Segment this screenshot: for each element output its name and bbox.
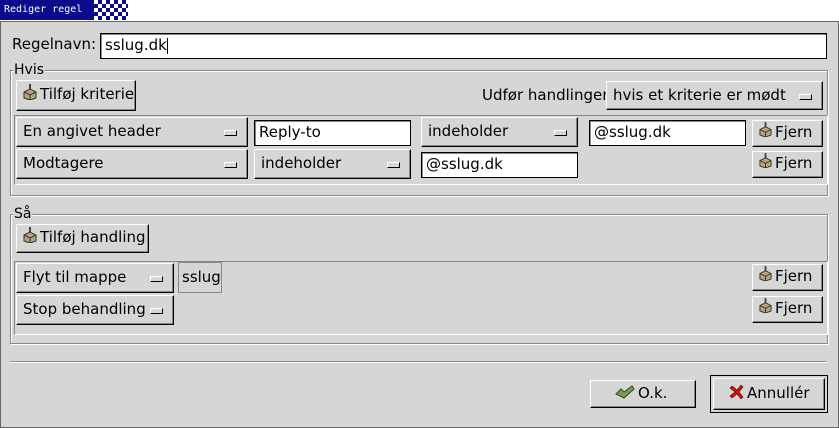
add-criterion-button[interactable]: Tilføj kriterie: [16, 80, 136, 111]
option-indicator-icon: [224, 162, 237, 168]
plunger-icon: [759, 265, 772, 288]
rule-name-input[interactable]: sslug.dk: [100, 33, 827, 59]
add-action-label: Tilføj handling: [40, 228, 146, 246]
add-action-button[interactable]: Tilføj handling: [16, 224, 149, 253]
ok-check-icon: [615, 382, 635, 406]
execute-condition-value: hvis et kriterie er mødt: [613, 86, 786, 104]
plunger-icon: [759, 152, 772, 175]
criterion-2-value-input[interactable]: @sslug.dk: [421, 152, 578, 178]
plunger-icon: [759, 121, 772, 144]
ok-button[interactable]: O.k.: [590, 380, 696, 408]
criterion-2-remove-label: Fjern: [775, 154, 813, 172]
option-indicator-icon: [150, 308, 163, 314]
plunger-icon: [759, 297, 772, 320]
option-indicator-icon: [224, 130, 237, 136]
criterion-2-field-select[interactable]: Modtagere: [16, 149, 248, 179]
criterion-1-header-input[interactable]: Reply-to: [254, 120, 411, 146]
cancel-label: Annullér: [747, 384, 810, 402]
action-2-remove-button[interactable]: Fjern: [752, 296, 823, 323]
action-2-select[interactable]: Stop behandling: [16, 295, 174, 325]
plunger-icon: [23, 82, 37, 108]
option-indicator-icon: [150, 276, 163, 282]
then-group-title: Så: [13, 205, 33, 223]
red-x-icon: [729, 380, 744, 408]
rule-name-label: Regelnavn:: [12, 35, 97, 53]
criterion-2-operator-value: indeholder: [261, 154, 342, 172]
criterion-2-remove-button[interactable]: Fjern: [752, 151, 823, 178]
add-criterion-label: Tilføj kriterie: [40, 85, 135, 103]
if-group-title: Hvis: [13, 61, 45, 79]
action-2-value: Stop behandling: [23, 300, 146, 318]
action-1-select[interactable]: Flyt til mappe: [16, 263, 174, 293]
window-title: Rediger regel: [0, 0, 94, 20]
criterion-1-field-value: En angivet header: [23, 122, 161, 140]
action-1-remove-button[interactable]: Fjern: [752, 264, 823, 291]
option-indicator-icon: [387, 162, 400, 168]
action-1-folder-button[interactable]: sslug: [178, 262, 222, 293]
criterion-1-field-select[interactable]: En angivet header: [16, 117, 248, 147]
criterion-1-operator-value: indeholder: [428, 122, 509, 140]
criterion-1-remove-label: Fjern: [775, 123, 813, 141]
cancel-button[interactable]: Annullér: [713, 378, 825, 410]
execute-actions-label: Udfør handlinger: [482, 86, 609, 104]
button-separator: [10, 361, 826, 363]
criterion-2-field-value: Modtagere: [23, 154, 104, 172]
criterion-1-value-input[interactable]: @sslug.dk: [589, 120, 746, 146]
titlebar-pattern: [94, 0, 128, 20]
option-indicator-icon: [554, 130, 567, 136]
window-titlebar[interactable]: Rediger regel: [0, 0, 839, 22]
plunger-icon: [23, 226, 37, 250]
criterion-1-operator-select[interactable]: indeholder: [421, 117, 578, 147]
action-1-value: Flyt til mappe: [23, 268, 127, 286]
action-1-remove-label: Fjern: [775, 267, 813, 285]
criterion-2-operator-select[interactable]: indeholder: [254, 149, 411, 179]
action-2-remove-label: Fjern: [775, 299, 813, 317]
option-indicator-icon: [799, 94, 812, 100]
execute-condition-select[interactable]: hvis et kriterie er mødt: [606, 81, 823, 110]
criterion-1-remove-button[interactable]: Fjern: [752, 120, 823, 147]
ok-label: O.k.: [638, 384, 668, 402]
